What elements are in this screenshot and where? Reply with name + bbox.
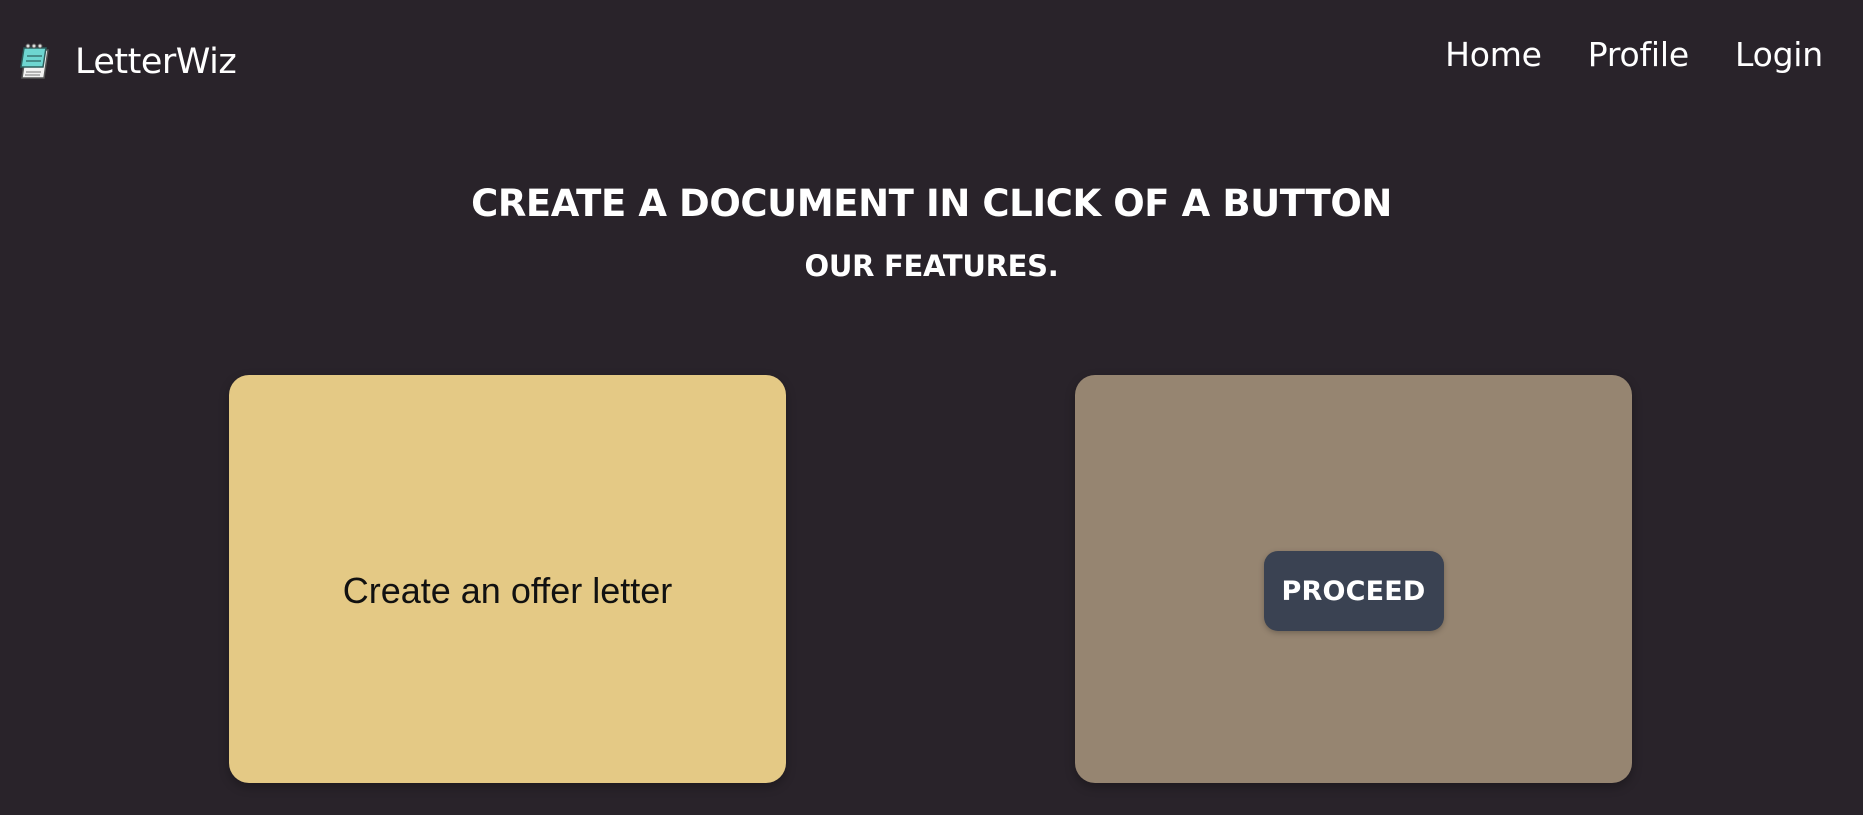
nav-profile-link[interactable]: Profile (1588, 38, 1689, 71)
proceed-button[interactable]: PROCEED (1263, 551, 1444, 631)
brand-name: LetterWiz (75, 41, 237, 82)
features-heading: OUR FEATURES. (804, 249, 1059, 284)
nav-login-link[interactable]: Login (1735, 38, 1823, 71)
offer-letter-card-label: Create an offer letter (342, 570, 673, 611)
proceed-card: PROCEED (1075, 375, 1632, 783)
nav-home-link[interactable]: Home (1445, 38, 1542, 71)
offer-letter-card[interactable]: Create an offer letter (229, 375, 786, 783)
page-title: CREATE A DOCUMENT IN CLICK OF A BUTTON (471, 181, 1392, 225)
notepad-icon (17, 40, 53, 84)
brand[interactable]: LetterWiz (17, 40, 237, 84)
main-navigation: Home Profile Login (1445, 38, 1823, 71)
navbar: LetterWiz Home Profile Login (0, 0, 1863, 116)
